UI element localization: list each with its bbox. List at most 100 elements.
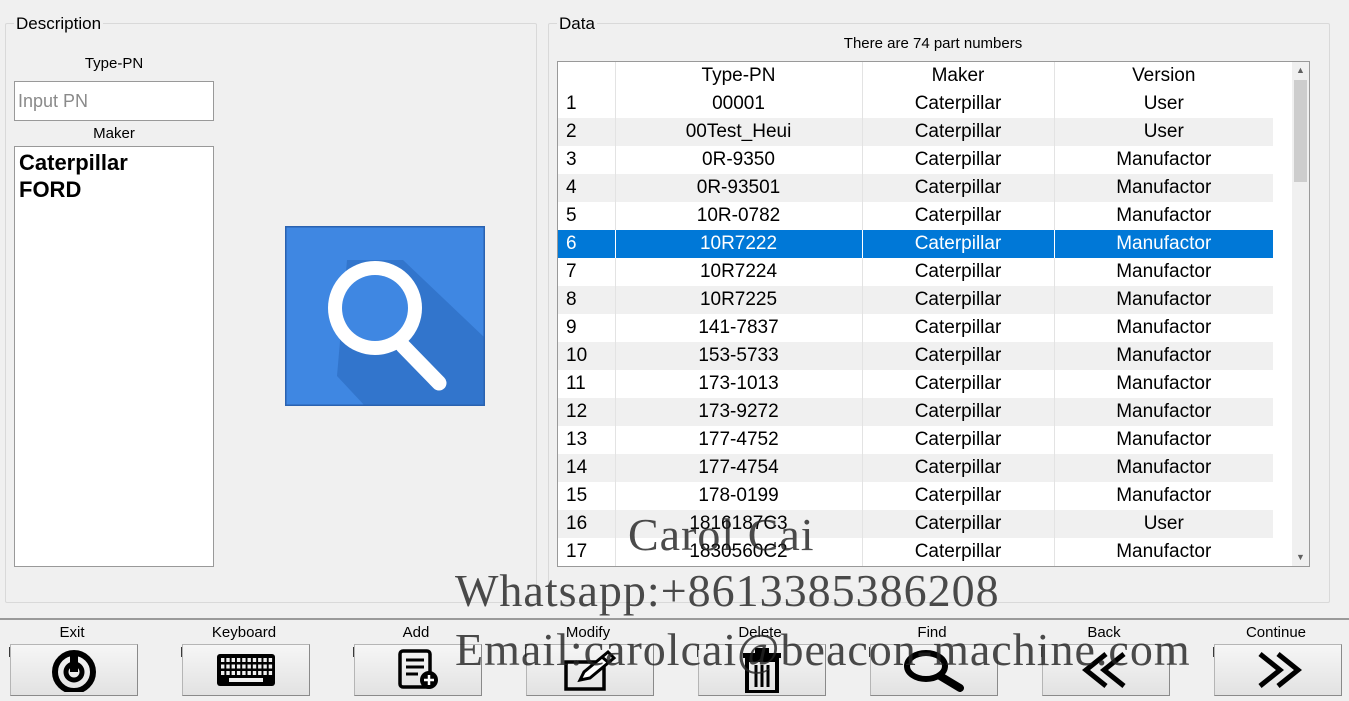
row-version: Manufactor	[1053, 342, 1273, 370]
search-button[interactable]	[283, 224, 487, 408]
toolbar-label-add: Add	[402, 624, 430, 641]
row-index: 4	[558, 174, 615, 202]
row-index: 16	[558, 510, 615, 538]
table-header-row: Type-PN Maker Version	[558, 62, 1273, 90]
scroll-down-arrow-icon[interactable]: ▼	[1292, 549, 1309, 566]
table-scrollbar[interactable]: ▲ ▼	[1292, 62, 1309, 566]
add-button[interactable]	[354, 644, 482, 696]
parts-table-container[interactable]: Type-PN Maker Version 1 00001 Caterpillar U…	[557, 61, 1310, 567]
table-row[interactable]: 7 10R7224 Caterpillar Manufactor	[558, 258, 1273, 286]
row-typepn: 1830560C2	[614, 538, 862, 566]
table-row[interactable]: 17 1830560C2 Caterpillar Manufactor	[558, 538, 1273, 566]
table-row[interactable]: 4 0R-93501 Caterpillar Manufactor	[558, 174, 1273, 202]
scroll-thumb[interactable]	[1294, 80, 1307, 182]
toolbar-label-back: Back	[1087, 624, 1121, 641]
row-version: Manufactor	[1053, 370, 1273, 398]
maker-list[interactable]: Caterpillar FORD	[14, 146, 214, 567]
table-row[interactable]: 13 177-4752 Caterpillar Manufactor	[558, 426, 1273, 454]
power-icon	[45, 648, 103, 692]
row-maker: Caterpillar	[861, 230, 1054, 258]
row-maker: Caterpillar	[861, 398, 1054, 426]
continue-button[interactable]	[1214, 644, 1342, 696]
table-row[interactable]: 8 10R7225 Caterpillar Manufactor	[558, 286, 1273, 314]
scroll-up-arrow-icon[interactable]: ▲	[1292, 62, 1309, 79]
data-title: Data	[557, 14, 597, 34]
row-typepn: 0R-9350	[614, 146, 862, 174]
table-row[interactable]: 5 10R-0782 Caterpillar Manufactor	[558, 202, 1273, 230]
row-typepn: 10R7224	[614, 258, 862, 286]
row-typepn: 10R7222	[614, 230, 862, 258]
row-index: 8	[558, 286, 615, 314]
find-button[interactable]	[870, 644, 998, 696]
row-index: 13	[566, 429, 588, 450]
row-maker: Caterpillar	[861, 510, 1054, 538]
row-maker: Caterpillar	[861, 454, 1054, 482]
row-maker: Caterpillar	[861, 90, 1054, 118]
keyboard-button[interactable]	[182, 644, 310, 696]
row-maker: Caterpillar	[861, 286, 1054, 314]
row-typepn: 173-9272	[614, 398, 862, 426]
row-index: 11	[566, 373, 586, 394]
toolbar-label-modify: Modify	[565, 624, 611, 641]
row-typepn: 177-4752	[614, 426, 862, 454]
row-maker: Caterpillar	[861, 146, 1054, 174]
row-index: 10	[558, 342, 615, 370]
row-version: User	[1053, 118, 1273, 146]
exit-button[interactable]	[10, 644, 138, 696]
row-version: Manufactor	[1053, 174, 1273, 202]
row-maker: Caterpillar	[861, 202, 1054, 230]
maker-item[interactable]: FORD	[19, 176, 209, 203]
column-header-maker[interactable]: Maker	[861, 62, 1054, 90]
maker-label: Maker	[93, 125, 135, 142]
double-chevron-right-icon	[1248, 650, 1308, 690]
parts-table: Type-PN Maker Version 1 00001 Caterpillar U…	[558, 62, 1273, 566]
row-version: Manufactor	[1053, 398, 1273, 426]
row-index: 7	[566, 261, 577, 282]
toolbar-label-find: Find	[917, 624, 947, 641]
row-typepn: 141-7837	[614, 314, 862, 342]
row-typepn: 153-5733	[614, 342, 862, 370]
table-row[interactable]: 10 153-5733 Caterpillar Manufactor	[558, 342, 1273, 370]
table-row[interactable]: 15 178-0199 Caterpillar Manufactor	[558, 482, 1273, 510]
table-row[interactable]: 11 173-1013 Caterpillar Manufactor	[558, 370, 1273, 398]
modify-button[interactable]	[526, 644, 654, 696]
row-version: Manufactor	[1053, 258, 1273, 286]
toolbar-divider	[0, 618, 1349, 620]
table-row[interactable]: 12 173-9272 Caterpillar Manufactor	[558, 398, 1273, 426]
search-icon	[902, 648, 966, 692]
row-maker: Caterpillar	[861, 426, 1054, 454]
maker-item[interactable]: Caterpillar	[19, 149, 209, 176]
column-header-version[interactable]: Version	[1053, 62, 1273, 90]
row-version: User	[1053, 510, 1273, 538]
table-row[interactable]: 2 00Test_Heui Caterpillar User	[558, 118, 1273, 146]
table-row[interactable]: 3 0R-9350 Caterpillar Manufactor	[558, 146, 1273, 174]
row-version: Manufactor	[1053, 454, 1273, 482]
row-version: Manufactor	[1053, 230, 1273, 258]
toolbar-label-keyboard: Keyboard	[211, 624, 277, 641]
table-row[interactable]: 6 10R7222 Caterpillar Manufactor	[558, 230, 1273, 258]
table-row[interactable]: 16 1816187C3 Caterpillar User	[558, 510, 1273, 538]
column-header-typepn[interactable]: Type-PN	[614, 62, 862, 90]
row-index: 15	[566, 485, 588, 506]
row-index: 17	[566, 541, 588, 562]
row-maker: Caterpillar	[861, 342, 1054, 370]
row-index: 1	[566, 93, 577, 114]
row-typepn: 10R-0782	[614, 202, 862, 230]
typepn-label: Type-PN	[84, 55, 144, 72]
column-header-index[interactable]	[558, 62, 615, 90]
row-typepn: 1816187C3	[614, 510, 862, 538]
toolbar-label-delete: Delete	[738, 624, 782, 641]
trash-icon	[740, 647, 784, 693]
typepn-input[interactable]	[14, 81, 214, 121]
row-typepn: 0R-93501	[614, 174, 862, 202]
table-row[interactable]: 14 177-4754 Caterpillar Manufactor	[558, 454, 1273, 482]
part-count-text: There are 74 part numbers	[843, 35, 1023, 52]
row-typepn: 10R7225	[614, 286, 862, 314]
row-version: Manufactor	[1053, 314, 1273, 342]
delete-button[interactable]	[698, 644, 826, 696]
table-row[interactable]: 9 141-7837 Caterpillar Manufactor	[558, 314, 1273, 342]
table-row[interactable]: 1 00001 Caterpillar User	[558, 90, 1273, 118]
row-maker: Caterpillar	[861, 370, 1054, 398]
back-button[interactable]	[1042, 644, 1170, 696]
row-maker: Caterpillar	[861, 538, 1054, 566]
